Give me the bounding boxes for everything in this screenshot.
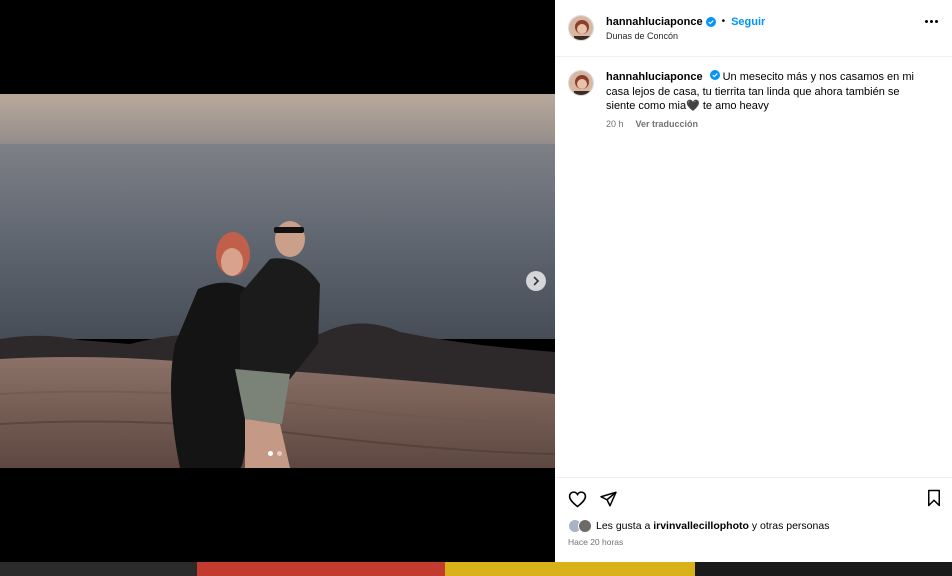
likes-prefix: Les gusta a (596, 520, 651, 532)
bookmark-icon[interactable] (926, 489, 942, 507)
carousel-dot (277, 451, 282, 456)
heart-icon[interactable] (568, 490, 587, 508)
post-side-panel: hannahluciaponce • Seguir Dunas de Concó… (555, 0, 952, 562)
verified-icon (709, 70, 720, 80)
likes-suffix: y otras personas (751, 520, 830, 532)
liker-avatars (568, 519, 592, 533)
follow-button[interactable]: Seguir (731, 16, 765, 28)
caption-area: hannahluciaponce Un mesecito más y nos ca… (555, 57, 952, 477)
posted-time: Hace 20 horas (568, 537, 624, 547)
background-feed-strip (0, 562, 952, 576)
likes-user-link[interactable]: irvinvallecillophoto (653, 520, 749, 532)
caption: hannahluciaponce Un mesecito más y nos ca… (606, 70, 916, 114)
carousel-dot (268, 451, 273, 456)
action-bar: Les gusta a irvinvallecillophoto y otras… (555, 477, 952, 562)
more-options-icon[interactable] (925, 20, 938, 23)
carousel-indicator (268, 451, 282, 456)
caption-age: 20 h (606, 118, 624, 129)
verified-icon (705, 16, 716, 27)
username[interactable]: hannahluciaponce (606, 16, 703, 28)
avatar[interactable] (568, 70, 594, 96)
chevron-right-icon (533, 276, 540, 286)
post-modal: hannahluciaponce • Seguir Dunas de Concó… (0, 0, 952, 562)
post-media (0, 0, 555, 562)
share-icon[interactable] (599, 490, 618, 508)
avatar[interactable] (568, 15, 594, 41)
translate-link[interactable]: Ver traducción (636, 119, 699, 129)
separator-dot: • (721, 16, 726, 27)
caption-username[interactable]: hannahluciaponce (606, 71, 703, 83)
location-link[interactable]: Dunas de Concón (606, 31, 765, 41)
post-photo (0, 94, 555, 468)
post-header: hannahluciaponce • Seguir Dunas de Concó… (555, 0, 952, 57)
likes-summary: Les gusta a irvinvallecillophoto y otras… (568, 519, 939, 533)
carousel-next-button[interactable] (526, 271, 546, 291)
